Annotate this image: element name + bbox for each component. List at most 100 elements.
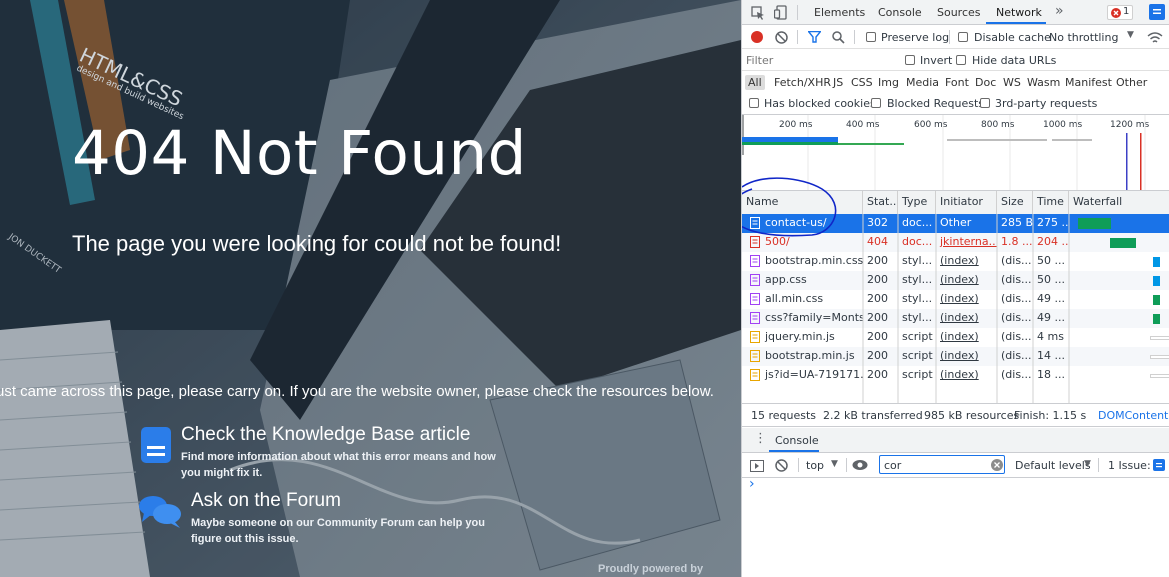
filter-type-img[interactable]: Img [878,76,899,89]
cell-name: css?family=Monts... [765,311,863,324]
sidebar-toggle-icon[interactable] [750,460,764,472]
column-header-waterfall[interactable]: Waterfall [1069,191,1169,214]
wifi-settings-icon[interactable] [1147,31,1163,44]
cell-time: 275 ... [1037,216,1069,229]
console-toolbar: top ▼ cor Default levels ▼ 1 Issue: [742,453,1169,478]
third-party-requests-checkbox[interactable] [980,98,990,108]
console-prompt[interactable]: › [749,476,755,492]
cell-name: 500/ [765,235,790,248]
timeline-bars [742,115,1146,191]
chevron-down-icon[interactable]: ▼ [1127,30,1134,40]
tab-console[interactable]: Console [878,6,922,19]
hide-data-urls-checkbox[interactable] [956,55,966,65]
cell-initiator[interactable]: (index) [936,328,997,347]
issues-message-icon[interactable] [1153,459,1165,471]
column-header-name[interactable]: Name [742,191,863,214]
column-header-initiator[interactable]: Initiator [936,191,997,214]
cell-type: script [902,330,933,343]
throttling-select[interactable]: No throttling [1049,31,1118,44]
cell-name: app.css [765,273,807,286]
filter-type-fetch-xhr[interactable]: Fetch/XHR [774,76,831,89]
overview-timeline[interactable]: 200 ms 400 ms 600 ms 800 ms 1000 ms 1200… [742,114,1169,191]
chevron-down-icon[interactable]: ▼ [1084,459,1091,469]
filter-type-all[interactable]: All [745,75,765,90]
issues-count-button[interactable]: 1 Issue: [1108,459,1151,472]
table-row[interactable]: app.css 200 styl... (index) (dis... 50 ... [742,271,1169,290]
cell-initiator[interactable]: Other [936,214,997,233]
drawer-menu-icon[interactable]: ⋮ [754,431,767,446]
error-badge[interactable]: 1 [1107,5,1133,20]
cell-time: 204 ... [1037,235,1069,248]
device-toolbar-icon[interactable] [774,5,788,20]
table-row[interactable]: contact-us/302 doc... Other 285 B 275 ... [742,214,1169,233]
table-row[interactable]: jquery.min.js 200 script (index) (dis... 4 ms [742,328,1169,347]
forum-link[interactable]: Ask on the Forum [191,490,341,512]
filter-type-wasm[interactable]: Wasm [1027,76,1060,89]
cell-initiator[interactable]: (index) [936,271,997,290]
table-row[interactable]: bootstrap.min.js 200 script (index) (dis... 1… [742,347,1169,366]
cell-name: bootstrap.min.css [765,254,863,267]
context-select[interactable]: top [806,459,824,472]
preserve-log-checkbox[interactable] [866,32,876,42]
tab-elements[interactable]: Elements [814,6,865,19]
cell-initiator[interactable]: jkinterna... [936,233,997,252]
has-blocked-cookies-checkbox[interactable] [749,98,759,108]
cell-initiator[interactable]: (index) [936,347,997,366]
cell-status: 200 [867,349,888,362]
filter-type-other[interactable]: Other [1116,76,1147,89]
table-row[interactable]: all.min.css 200 styl... (index) (dis... 49 ..… [742,290,1169,309]
cell-size: (dis... [1001,349,1032,362]
network-toolbar: Preserve log Disable cache No throttling… [742,25,1169,49]
filter-type-font[interactable]: Font [945,76,969,89]
search-icon[interactable] [832,31,845,44]
cell-initiator[interactable]: (index) [936,252,997,271]
forum-item[interactable]: Ask on the Forum Maybe someone on our Co… [138,490,518,550]
table-row[interactable]: 500/404 doc... jkinterna... 1.8 ... 204 ... [742,233,1169,252]
column-header-size[interactable]: Size [997,191,1033,214]
issues-message-icon[interactable] [1149,4,1165,20]
clear-icon[interactable] [775,31,788,44]
filter-type-doc[interactable]: Doc [975,76,996,89]
filter-input[interactable] [746,52,896,68]
requests-table: Name Stat... Type Initiator Size Time Wa… [742,190,1169,404]
console-filter-field[interactable]: cor [879,455,1005,474]
tab-sources[interactable]: Sources [937,6,981,19]
column-header-time[interactable]: Time [1033,191,1069,214]
clear-console-icon[interactable] [775,459,788,472]
waterfall-bar [1150,374,1169,378]
table-row[interactable]: bootstrap.min.css 200 styl... (index) (dis..… [742,252,1169,271]
filter-type-media[interactable]: Media [906,76,939,89]
filter-type-ws[interactable]: WS [1003,76,1021,89]
tab-network[interactable]: Network [996,6,1042,19]
filter-icon[interactable] [808,31,821,43]
record-icon[interactable] [751,31,763,43]
knowledge-base-link[interactable]: Check the Knowledge Base article [181,424,470,446]
table-row[interactable]: css?family=Monts... 200 styl...(index) (dis… [742,309,1169,328]
inspect-element-icon[interactable] [751,6,765,20]
invert-checkbox[interactable] [905,55,915,65]
more-tabs-button[interactable]: » [1055,3,1064,19]
knowledge-base-description: Find more information about what this er… [181,451,496,479]
cell-initiator[interactable]: (index) [936,366,997,385]
column-header-status[interactable]: Stat... [863,191,898,214]
filter-type-js[interactable]: JS [833,76,843,89]
cell-initiator[interactable]: (index) [936,309,997,328]
waterfall-bar [1153,314,1160,324]
cell-time: 50 ... [1037,254,1065,267]
drawer-tab-console[interactable]: Console [775,434,819,447]
table-row[interactable]: js?id=UA-719171... 200 script (index) (dis..… [742,366,1169,385]
blocked-requests-checkbox[interactable] [871,98,881,108]
filter-type-manifest[interactable]: Manifest [1065,76,1112,89]
waterfall-bar [1153,295,1160,305]
log-levels-select[interactable]: Default levels [1015,459,1091,472]
error-count: 1 [1123,6,1130,17]
cell-initiator[interactable]: (index) [936,290,997,309]
clear-filter-icon[interactable] [991,459,1003,471]
requests-rows: contact-us/302 doc... Other 285 B 275 ... 500… [742,214,1169,404]
disable-cache-checkbox[interactable] [958,32,968,42]
knowledge-base-item[interactable]: Check the Knowledge Base article Find mo… [140,424,520,484]
filter-type-css[interactable]: CSS [851,76,873,89]
eye-icon[interactable] [852,459,868,471]
chevron-down-icon[interactable]: ▼ [831,459,838,469]
column-header-type[interactable]: Type [898,191,936,214]
